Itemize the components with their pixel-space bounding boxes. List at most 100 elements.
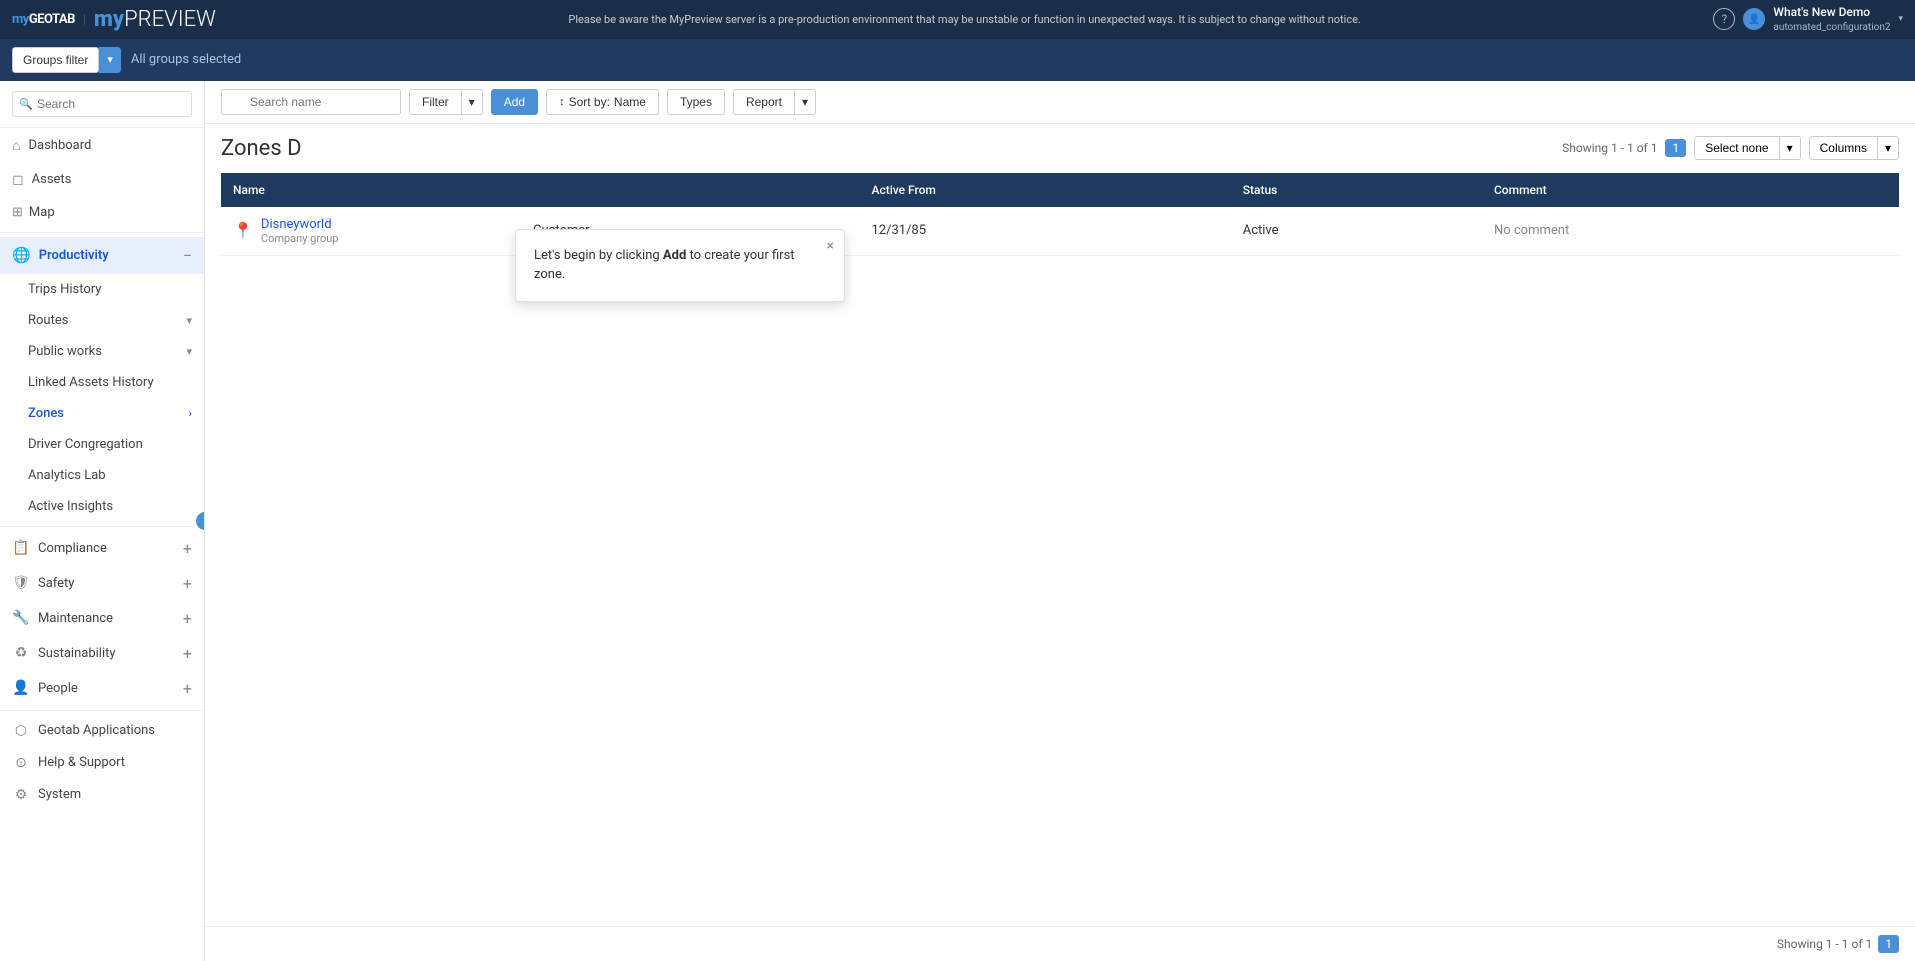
- columns-arrow-button[interactable]: ▾: [1877, 137, 1898, 159]
- col-header-status[interactable]: Status: [1231, 173, 1482, 207]
- public-works-label: Public works: [28, 344, 102, 359]
- public-works-chevron-icon: ▾: [186, 345, 192, 358]
- sidebar-item-geotab-applications[interactable]: ⬡ Geotab Applications: [0, 715, 204, 747]
- compliance-plus-icon[interactable]: +: [183, 539, 192, 558]
- sustainability-plus-icon[interactable]: +: [183, 644, 192, 663]
- col-header-group[interactable]: [521, 173, 859, 207]
- sort-label: Sort by:: [569, 95, 610, 109]
- sidebar-item-driver-congregation[interactable]: Driver Congregation: [0, 429, 204, 460]
- report-button[interactable]: Report: [734, 90, 794, 114]
- bottom-showing-text: Showing 1 - 1 of 1: [1777, 937, 1872, 951]
- zone-name-link[interactable]: Disneyworld: [261, 217, 332, 232]
- col-header-name[interactable]: Name: [221, 173, 521, 207]
- mygeotab-logo: myGEOTAB: [12, 12, 75, 27]
- all-groups-text: All groups selected: [131, 52, 241, 67]
- page-controls: Showing 1 - 1 of 1 1 Select none ▾ Colum…: [1562, 136, 1899, 160]
- sidebar-item-dashboard[interactable]: ⌂ Dashboard: [0, 128, 204, 163]
- help-icon[interactable]: ?: [1713, 8, 1735, 30]
- col-header-active-from[interactable]: Active From: [859, 173, 1230, 207]
- trips-history-label: Trips History: [28, 282, 101, 297]
- maintenance-label: Maintenance: [38, 611, 175, 626]
- sidebar-item-safety[interactable]: 🛡 Safety +: [0, 566, 204, 601]
- sidebar-collapse-button[interactable]: ‹: [194, 510, 205, 532]
- productivity-label: Productivity: [39, 248, 109, 263]
- tooltip-close-button[interactable]: ×: [827, 238, 834, 254]
- report-label: Report: [746, 95, 782, 109]
- sidebar-item-map[interactable]: ⊞ Map: [0, 197, 204, 228]
- sidebar-item-trips-history[interactable]: Trips History: [0, 274, 204, 305]
- bottom-bar: Showing 1 - 1 of 1 1: [205, 926, 1915, 961]
- compliance-label: Compliance: [38, 541, 175, 556]
- sidebar-item-zones[interactable]: Zones ›: [0, 398, 204, 429]
- filter-button[interactable]: Filter: [410, 90, 461, 114]
- sidebar-search-input[interactable]: [12, 91, 192, 117]
- search-name-wrapper: [221, 89, 401, 115]
- safety-plus-icon[interactable]: +: [183, 574, 192, 593]
- columns-group: Columns ▾: [1809, 136, 1899, 160]
- row-active-from-cell: 12/31/85: [859, 207, 1230, 256]
- sidebar-item-label-dashboard: Dashboard: [28, 138, 91, 153]
- top-banner: myGEOTAB | myPREVIEW Please be aware the…: [0, 0, 1915, 39]
- filter-arrow-button[interactable]: ▾: [461, 90, 482, 114]
- row-name-cell: 📍 Disneyworld Company group: [221, 207, 521, 256]
- sidebar-item-maintenance[interactable]: 🔧 Maintenance +: [0, 601, 204, 636]
- sidebar-item-people[interactable]: 👤 People +: [0, 671, 204, 706]
- toolbar: Filter ▾ Add ↕ Sort by: Name Types Repor…: [205, 81, 1915, 124]
- groups-filter-wrapper: Groups filter ▾: [12, 47, 121, 73]
- sidebar-item-compliance[interactable]: 📋 Compliance +: [0, 531, 204, 566]
- groups-filter-arrow-button[interactable]: ▾: [99, 47, 121, 73]
- select-none-arrow-button[interactable]: ▾: [1779, 137, 1800, 159]
- routes-chevron-icon: ▾: [186, 314, 192, 327]
- driver-congregation-label: Driver Congregation: [28, 437, 143, 452]
- sidebar-item-assets[interactable]: ◻ Assets: [0, 163, 204, 197]
- page-number-badge[interactable]: 1: [1665, 139, 1686, 157]
- tooltip-text-before: Let's begin by clicking: [534, 248, 663, 263]
- sidebar-item-system[interactable]: ⚙ System: [0, 779, 204, 811]
- columns-label: Columns: [1820, 141, 1867, 155]
- bottom-page-badge[interactable]: 1: [1878, 935, 1899, 953]
- table-wrapper: Name Active From Status Comment 📍: [205, 173, 1915, 926]
- report-arrow-button[interactable]: ▾: [794, 90, 815, 114]
- sidebar-item-public-works[interactable]: Public works ▾: [0, 336, 204, 367]
- select-none-button[interactable]: Select none: [1695, 137, 1778, 159]
- geotab-applications-label: Geotab Applications: [38, 723, 192, 738]
- tooltip-popup: × Let's begin by clicking Add to create …: [515, 229, 845, 302]
- dashboard-icon: ⌂: [12, 137, 20, 154]
- logo-area: myGEOTAB | myPREVIEW: [12, 7, 216, 32]
- people-plus-icon[interactable]: +: [183, 679, 192, 698]
- sort-button[interactable]: ↕ Sort by: Name: [546, 89, 659, 115]
- sidebar-item-routes[interactable]: Routes ▾: [0, 305, 204, 336]
- sidebar-item-active-insights[interactable]: Active Insights: [0, 491, 204, 522]
- search-name-input[interactable]: [221, 89, 401, 115]
- sustainability-icon: ♻: [12, 645, 30, 661]
- linked-assets-label: Linked Assets History: [28, 375, 154, 390]
- sidebar-item-linked-assets-history[interactable]: Linked Assets History: [0, 367, 204, 398]
- mypreview-logo: myPREVIEW: [94, 7, 216, 32]
- columns-button[interactable]: Columns: [1810, 137, 1877, 159]
- add-button[interactable]: Add: [491, 89, 538, 115]
- select-none-label: Select none: [1705, 141, 1768, 155]
- col-header-comment[interactable]: Comment: [1482, 173, 1899, 207]
- zone-name-content: 📍 Disneyworld Company group: [233, 217, 509, 245]
- groups-filter-button[interactable]: Groups filter: [12, 47, 99, 73]
- user-chevron-icon[interactable]: ▾: [1898, 14, 1903, 24]
- zones-label: Zones: [28, 406, 64, 421]
- table-header-row: Name Active From Status Comment: [221, 173, 1899, 207]
- productivity-header[interactable]: 🌐 Productivity −: [0, 237, 204, 274]
- filter-label: Filter: [422, 95, 449, 109]
- sustainability-label: Sustainability: [38, 646, 175, 661]
- sidebar-item-label-map: Map: [29, 205, 55, 220]
- sidebar-item-sustainability[interactable]: ♻ Sustainability +: [0, 636, 204, 671]
- banner-user-area: ? 👤 What's New Demo automated_configurat…: [1713, 5, 1903, 34]
- sidebar-item-analytics-lab[interactable]: Analytics Lab: [0, 460, 204, 491]
- user-info: What's New Demo automated_configuration2: [1773, 5, 1890, 34]
- header-bar: Groups filter ▾ All groups selected: [0, 39, 1915, 81]
- sidebar-item-help-support[interactable]: ⊙ Help & Support: [0, 747, 204, 779]
- maintenance-plus-icon[interactable]: +: [183, 609, 192, 628]
- row-comment-cell: No comment: [1482, 207, 1899, 256]
- filter-button-group: Filter ▾: [409, 89, 483, 115]
- analytics-lab-label: Analytics Lab: [28, 468, 106, 483]
- sort-value: Name: [614, 95, 646, 109]
- system-label: System: [38, 787, 192, 802]
- types-button[interactable]: Types: [667, 89, 725, 115]
